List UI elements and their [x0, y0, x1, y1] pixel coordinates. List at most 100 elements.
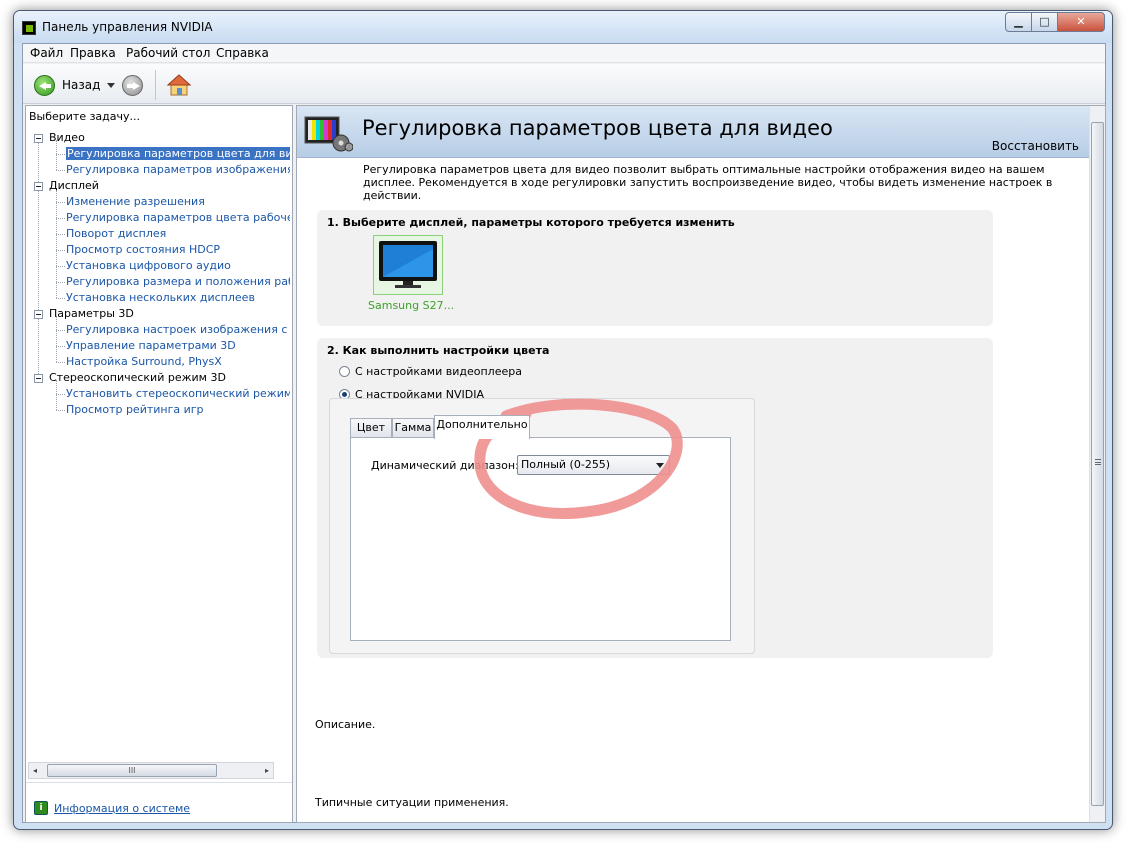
- collapse-icon[interactable]: [34, 374, 43, 383]
- tree-item-game-rating[interactable]: Просмотр рейтинга игр: [56, 402, 204, 418]
- collapse-icon[interactable]: [34, 310, 43, 319]
- tree-item-hdcp[interactable]: Просмотр состояния HDCP: [56, 242, 220, 258]
- tree-item-resolution[interactable]: Изменение разрешения: [56, 194, 205, 210]
- tree-category-video[interactable]: Видео: [34, 130, 85, 146]
- back-history-dropdown-icon[interactable]: [107, 83, 115, 88]
- minimize-button[interactable]: ▁: [1005, 12, 1032, 32]
- task-pane-footer: i Информация о системе: [26, 782, 292, 822]
- tree-category-3d[interactable]: Параметры 3D: [34, 306, 134, 322]
- tree-item-label: Установка цифрового аудио: [66, 259, 231, 272]
- tab-advanced[interactable]: Дополнительно: [434, 415, 530, 439]
- tree-connector: [56, 250, 65, 251]
- back-button-label[interactable]: Назад: [62, 78, 100, 92]
- scrollbar-grip-icon: [1095, 459, 1101, 465]
- scroll-left-arrow-icon[interactable]: ◂: [33, 766, 37, 775]
- menu-edit[interactable]: Правка: [67, 46, 119, 60]
- tree-item-label: Просмотр рейтинга игр: [66, 403, 204, 416]
- display-tile[interactable]: [373, 235, 443, 295]
- tree-item-label: Просмотр состояния HDCP: [66, 243, 221, 256]
- tree-category-label: Видео: [49, 131, 85, 144]
- step1-title: 1. Выберите дисплей, параметры которого …: [327, 216, 735, 229]
- tree-connector: [56, 154, 65, 155]
- usage-typical-label: Типичные ситуации применения.: [315, 796, 509, 809]
- forward-arrow-icon[interactable]: [122, 75, 143, 96]
- client-area: Файл Правка Рабочий стол Справка Назад В…: [22, 43, 1106, 823]
- tree-category-label: Дисплей: [49, 179, 99, 192]
- tree-category-label: Стереоскопический режим 3D: [49, 371, 226, 384]
- tree-item-rotate[interactable]: Поворот дисплея: [56, 226, 166, 242]
- task-pane: Выберите задачу... Видео Регулировка пар…: [25, 105, 293, 823]
- tree-item-stereo-setup[interactable]: Установить стереоскопический режим 3: [56, 386, 290, 402]
- back-arrow-icon[interactable]: [34, 75, 55, 96]
- tree-connector: [56, 170, 65, 171]
- menu-help[interactable]: Справка: [213, 46, 272, 60]
- radio-player-label[interactable]: С настройками видеоплеера: [355, 365, 522, 378]
- tree-item-video-color[interactable]: Регулировка параметров цвета для вид: [56, 146, 290, 162]
- tree-item-label: Поворот дисплея: [66, 227, 167, 240]
- tree-item-desktop-color[interactable]: Регулировка параметров цвета рабочег: [56, 210, 290, 226]
- tree-item-desktop-size[interactable]: Регулировка размера и положения рабо: [56, 274, 290, 290]
- tab-gamma[interactable]: Гамма: [392, 418, 434, 438]
- dynamic-range-label: Динамический диапазон:: [371, 459, 519, 472]
- maximize-button[interactable]: □: [1031, 12, 1058, 32]
- display-selection-section: 1. Выберите дисплей, параметры которого …: [317, 210, 993, 326]
- page-description: Регулировка параметров цвета для видео п…: [363, 163, 1053, 202]
- scrollbar-thumb[interactable]: [1091, 122, 1104, 806]
- collapse-icon[interactable]: [34, 134, 43, 143]
- tree-item-surround[interactable]: Настройка Surround, PhysX: [56, 354, 222, 370]
- tree-item-multi-display[interactable]: Установка нескольких дисплеев: [56, 290, 255, 306]
- display-name-label[interactable]: Samsung S27...: [368, 299, 454, 312]
- video-color-icon: [304, 116, 353, 152]
- tree-item-label: Настройка Surround, PhysX: [66, 355, 222, 368]
- tree-connector: [56, 202, 65, 203]
- tree-category-stereo[interactable]: Стереоскопический режим 3D: [34, 370, 226, 386]
- chevron-down-icon: [656, 463, 664, 468]
- radio-player-settings[interactable]: [339, 366, 350, 377]
- tree-item-3d-preview[interactable]: Регулировка настроек изображения с пр: [56, 322, 290, 338]
- task-tree: Видео Регулировка параметров цвета для в…: [26, 124, 290, 762]
- toolbar-separator: [155, 70, 156, 100]
- title-bar[interactable]: Панель управления NVIDIA ▁ □ ✕: [14, 11, 1112, 43]
- tree-connector: [56, 266, 65, 267]
- dynamic-range-select[interactable]: Полный (0-255): [517, 455, 670, 475]
- tree-connector: [56, 330, 65, 331]
- usage-description-label: Описание.: [315, 718, 376, 731]
- tree-connector: [56, 298, 65, 299]
- restore-defaults-link[interactable]: Восстановить: [992, 139, 1079, 153]
- task-pane-horizontal-scrollbar[interactable]: ◂ III ▸: [28, 762, 274, 779]
- tree-item-label: Установка нескольких дисплеев: [66, 291, 255, 304]
- tree-item-label: Регулировка настроек изображения с пр: [66, 323, 290, 336]
- dynamic-range-value: Полный (0-255): [521, 458, 611, 471]
- toolbar: Назад: [23, 64, 1105, 104]
- system-info-link[interactable]: Информация о системе: [54, 802, 190, 815]
- tree-item-label: Регулировка параметров изображения д: [66, 163, 290, 176]
- system-info-icon[interactable]: i: [34, 801, 48, 815]
- menu-bar: Файл Правка Рабочий стол Справка: [23, 44, 1105, 63]
- tree-connector: [56, 218, 65, 219]
- scrollbar-thumb[interactable]: III: [47, 764, 217, 777]
- tab-color[interactable]: Цвет: [350, 418, 392, 438]
- tree-item-label: Регулировка размера и положения рабо: [66, 275, 290, 288]
- menu-file[interactable]: Файл: [27, 46, 66, 60]
- nvidia-settings-group: Цвет Гамма Дополнительно Динамический ди…: [329, 398, 755, 654]
- tree-category-label: Параметры 3D: [49, 307, 134, 320]
- close-button[interactable]: ✕: [1057, 12, 1105, 32]
- page-header: Регулировка параметров цвета для видео В…: [297, 106, 1089, 158]
- app-window: Панель управления NVIDIA ▁ □ ✕ Файл Прав…: [13, 10, 1113, 830]
- tree-category-display[interactable]: Дисплей: [34, 178, 99, 194]
- tree-item-audio[interactable]: Установка цифрового аудио: [56, 258, 231, 274]
- tree-item-label: Регулировка параметров цвета для вид: [66, 147, 290, 160]
- scroll-right-arrow-icon[interactable]: ▸: [265, 766, 269, 775]
- nvidia-app-icon: [22, 21, 36, 35]
- collapse-icon[interactable]: [34, 182, 43, 191]
- window-title: Панель управления NVIDIA: [42, 20, 213, 34]
- tree-item-video-image[interactable]: Регулировка параметров изображения д: [56, 162, 290, 178]
- step2-title: 2. Как выполнить настройки цвета: [327, 344, 550, 357]
- home-icon[interactable]: [166, 73, 192, 97]
- tree-item-label: Управление параметрами 3D: [66, 339, 236, 352]
- tree-connector: [56, 282, 65, 283]
- content-vertical-scrollbar[interactable]: [1089, 106, 1105, 822]
- tree-item-3d-manage[interactable]: Управление параметрами 3D: [56, 338, 236, 354]
- menu-desktop[interactable]: Рабочий стол: [123, 46, 213, 60]
- tree-item-label: Изменение разрешения: [66, 195, 205, 208]
